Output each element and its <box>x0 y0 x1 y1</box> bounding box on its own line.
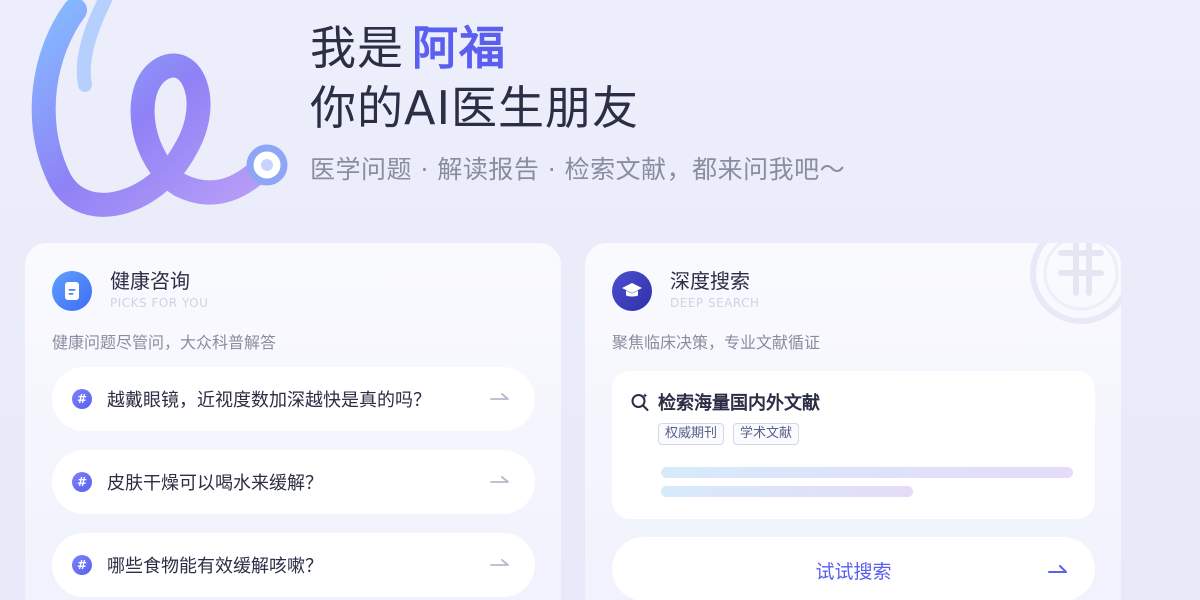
tag-journal: 权威期刊 <box>658 423 725 445</box>
question-text: 哪些食物能有效缓解咳嗽？ <box>107 556 323 577</box>
try-search-label: 试试搜索 <box>815 561 892 583</box>
hash-icon: # <box>72 472 92 492</box>
question-item[interactable]: # 越戴眼镜，近视度数加深越快是真的吗？ <box>52 367 535 431</box>
hash-icon: # <box>72 555 92 575</box>
search-box-title: 检索海量国内外文献 <box>658 393 820 414</box>
afu-logo <box>31 0 288 217</box>
try-search-button[interactable]: 试试搜索 <box>612 537 1095 600</box>
search-card-title: 深度搜索 <box>670 269 750 293</box>
health-consult-card: 健康咨询 PICKS FOR YOU 健康问题尽管问，大众科普解答 # 越戴眼镜… <box>25 243 561 600</box>
search-card-description: 聚焦临床决策，专业文献循证 <box>612 333 821 352</box>
hero-subtitle: 医学问题 · 解读报告 · 检索文献，都来问我吧～ <box>310 155 846 184</box>
hero-greeting: 我是 阿福 <box>310 12 506 78</box>
arrow-right-icon <box>1048 565 1067 573</box>
health-card-subtitle: PICKS FOR YOU <box>110 296 209 310</box>
hash-icon: # <box>72 389 92 409</box>
health-card-description: 健康问题尽管问，大众科普解答 <box>52 333 277 352</box>
hero-greeting-text: 我是 <box>310 21 404 75</box>
arrow-right-icon <box>490 476 509 483</box>
search-card-subtitle: DEEP SEARCH <box>670 296 760 310</box>
question-item[interactable]: # 哪些食物能有效缓解咳嗽？ <box>52 533 535 597</box>
arrow-right-icon <box>490 559 509 566</box>
graduation-cap-icon <box>612 271 652 311</box>
watermark-seal-icon <box>1030 243 1121 324</box>
deep-search-card: 深度搜索 DEEP SEARCH 聚焦临床决策，专业文献循证 检索海量国内外文献… <box>585 243 1121 600</box>
literature-search-box[interactable]: 检索海量国内外文献 权威期刊 学术文献 <box>612 371 1095 519</box>
placeholder-bar <box>661 486 913 497</box>
tag-literature: 学术文献 <box>733 423 800 445</box>
search-card-header: 深度搜索 DEEP SEARCH <box>612 269 760 313</box>
question-item[interactable]: # 皮肤干燥可以喝水来缓解？ <box>52 450 535 514</box>
search-sparkle-icon <box>631 393 649 411</box>
question-text: 越戴眼镜，近视度数加深越快是真的吗？ <box>107 390 431 411</box>
question-text: 皮肤干燥可以喝水来缓解？ <box>107 473 323 494</box>
arrow-right-icon <box>490 393 509 400</box>
hero-tagline: 你的AI医生朋友 <box>310 81 640 135</box>
health-card-header: 健康咨询 PICKS FOR YOU <box>52 269 208 313</box>
health-card-title: 健康咨询 <box>110 269 190 293</box>
placeholder-bar <box>661 467 1073 478</box>
document-icon <box>52 271 92 311</box>
assistant-name: 阿福 <box>412 21 506 75</box>
